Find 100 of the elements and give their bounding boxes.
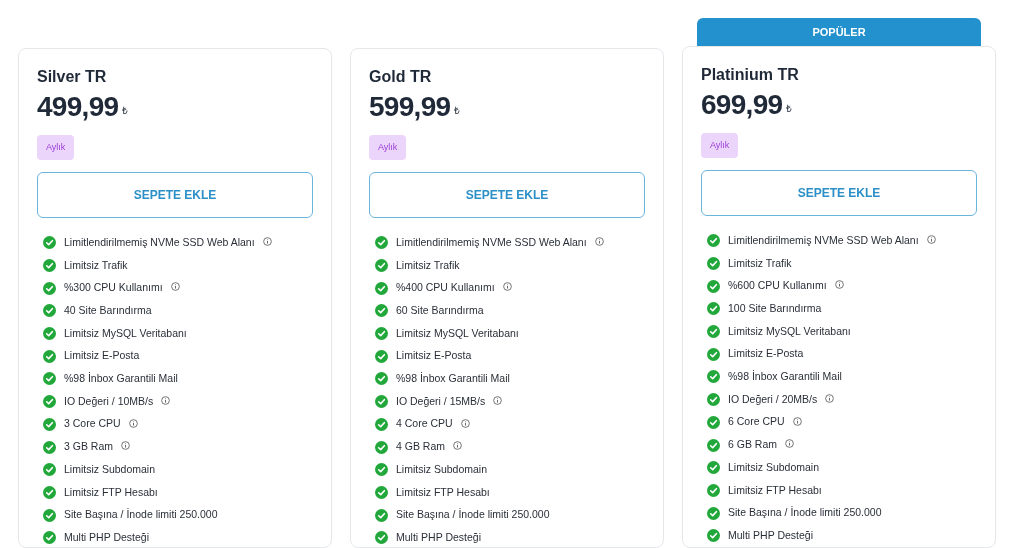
check-circle-icon xyxy=(43,463,56,477)
check-circle-icon xyxy=(375,440,388,454)
plan-price: 499,99 xyxy=(37,91,119,123)
check-circle-icon xyxy=(707,279,720,293)
plan-name: Gold TR xyxy=(369,67,433,87)
feature-text: 3 Core CPU xyxy=(64,416,121,432)
feature-text: Limitsiz FTP Hesabı xyxy=(64,484,158,500)
add-to-cart-button[interactable]: SEPETE EKLE xyxy=(37,172,313,218)
check-circle-icon xyxy=(375,485,388,499)
check-circle-icon xyxy=(375,236,388,250)
check-circle-icon xyxy=(43,304,56,318)
currency-symbol: ₺ xyxy=(454,104,461,118)
info-icon[interactable] xyxy=(128,418,138,428)
feature-text: 6 GB Ram xyxy=(728,437,777,453)
check-circle-icon xyxy=(707,234,720,248)
check-circle-icon xyxy=(375,372,388,386)
info-icon[interactable] xyxy=(926,235,936,244)
info-icon[interactable] xyxy=(262,237,272,246)
feature-text: Limitlendirilmemiş NVMe SSD Web Alanı xyxy=(396,234,587,250)
plan-name: Silver TR xyxy=(37,67,108,87)
check-circle-icon xyxy=(43,485,56,499)
feature-text: Limitsiz Trafik xyxy=(64,257,128,273)
info-icon[interactable] xyxy=(453,441,462,451)
check-circle-icon xyxy=(707,529,720,543)
add-to-cart-button[interactable]: SEPETE EKLE xyxy=(701,170,977,216)
check-circle-icon xyxy=(43,417,56,431)
feature-text: %600 CPU Kullanımı xyxy=(728,278,827,294)
feature-text: Multi PHP Desteği xyxy=(64,529,149,545)
feature-text: Site Başına / İnode limiti 250.000 xyxy=(396,507,550,523)
currency-symbol: ₺ xyxy=(122,104,129,118)
period-badge: Aylık xyxy=(369,135,407,160)
info-icon[interactable] xyxy=(834,280,844,290)
feature-text: Limitsiz E-Posta xyxy=(64,348,140,364)
check-circle-icon xyxy=(707,370,720,384)
feature-text: Limitsiz E-Posta xyxy=(728,346,804,362)
check-circle-icon xyxy=(43,236,56,250)
feature-text: Limitsiz Subdomain xyxy=(64,461,156,477)
feature-text: 6 Core CPU xyxy=(728,414,785,430)
check-circle-icon xyxy=(375,281,388,295)
currency-symbol: ₺ xyxy=(786,102,793,116)
check-circle-icon xyxy=(43,259,56,273)
feature-text: IO Değeri / 20MB/s xyxy=(728,391,818,407)
feature-text: Multi PHP Desteği xyxy=(396,529,481,545)
feature-text: Limitsiz MySQL Veritabanı xyxy=(64,325,187,341)
feature-text: %98 İnbox Garantili Mail xyxy=(64,371,178,387)
feature-text: Limitsiz E-Posta xyxy=(396,348,472,364)
check-circle-icon xyxy=(375,508,388,522)
check-circle-icon xyxy=(375,327,388,341)
check-circle-icon xyxy=(707,461,720,475)
feature-text: Limitsiz Trafik xyxy=(728,255,792,271)
check-circle-icon xyxy=(43,327,56,341)
check-circle-icon xyxy=(707,325,720,339)
feature-text: 4 Core CPU xyxy=(396,416,453,432)
check-circle-icon xyxy=(707,506,720,520)
check-circle-icon xyxy=(375,304,388,318)
info-icon[interactable] xyxy=(594,237,604,246)
check-circle-icon xyxy=(375,417,388,431)
check-circle-icon xyxy=(375,349,388,363)
info-icon[interactable] xyxy=(161,395,171,405)
feature-text: Limitsiz FTP Hesabı xyxy=(396,484,490,500)
info-icon[interactable] xyxy=(792,416,802,426)
info-icon[interactable] xyxy=(493,395,503,405)
feature-text: Site Başına / İnode limiti 250.000 xyxy=(728,505,882,521)
check-circle-icon xyxy=(707,415,720,429)
check-circle-icon xyxy=(43,440,56,454)
feature-text: %98 İnbox Garantili Mail xyxy=(728,369,842,385)
popular-banner: POPÜLER xyxy=(697,18,981,46)
check-circle-icon xyxy=(707,347,720,361)
feature-text: IO Değeri / 10MB/s xyxy=(64,393,154,409)
check-circle-icon xyxy=(43,395,56,409)
info-icon[interactable] xyxy=(460,418,470,428)
plan-price: 599,99 xyxy=(369,91,451,123)
check-circle-icon xyxy=(707,393,720,407)
feature-text: %300 CPU Kullanımı xyxy=(64,280,163,296)
check-circle-icon xyxy=(43,349,56,363)
feature-text: Limitsiz Trafik xyxy=(396,257,460,273)
feature-text: Multi PHP Desteği xyxy=(728,527,813,543)
feature-text: Limitsiz Subdomain xyxy=(728,459,820,475)
plan-price: 699,99 xyxy=(701,89,783,121)
check-circle-icon xyxy=(43,372,56,386)
feature-text: 60 Site Barındırma xyxy=(396,303,484,319)
feature-text: Limitsiz Subdomain xyxy=(396,461,488,477)
feature-text: 100 Site Barındırma xyxy=(728,301,822,317)
plan-name: Platinium TR xyxy=(701,65,800,85)
feature-text: %98 İnbox Garantili Mail xyxy=(396,371,510,387)
info-icon[interactable] xyxy=(785,439,794,449)
check-circle-icon xyxy=(43,281,56,295)
info-icon[interactable] xyxy=(121,441,130,451)
feature-text: Limitsiz FTP Hesabı xyxy=(728,482,822,498)
add-to-cart-button[interactable]: SEPETE EKLE xyxy=(369,172,645,218)
feature-text: %400 CPU Kullanımı xyxy=(396,280,495,296)
info-icon[interactable] xyxy=(825,393,835,403)
info-icon[interactable] xyxy=(170,282,180,292)
feature-text: Limitsiz MySQL Veritabanı xyxy=(396,325,519,341)
check-circle-icon xyxy=(43,531,56,545)
check-circle-icon xyxy=(707,483,720,497)
info-icon[interactable] xyxy=(502,282,512,292)
period-badge: Aylık xyxy=(701,133,739,158)
feature-text: Limitlendirilmemiş NVMe SSD Web Alanı xyxy=(728,232,919,248)
check-circle-icon xyxy=(707,302,720,316)
